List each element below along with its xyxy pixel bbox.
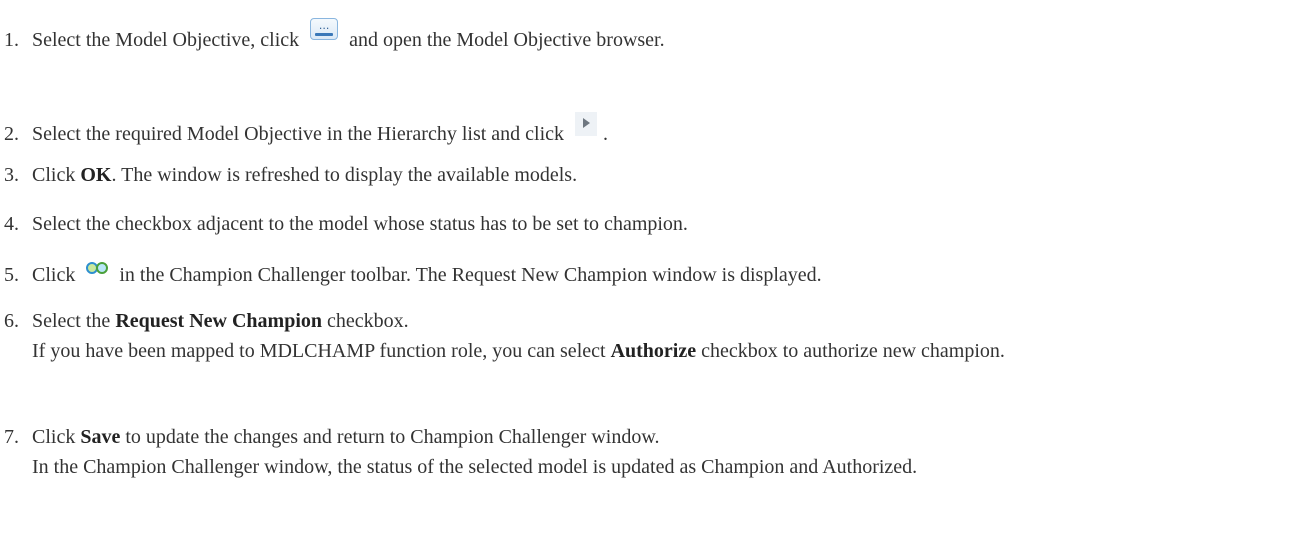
step-text: to update the changes and return to Cham… bbox=[125, 426, 660, 448]
step-continuation: If you have been mapped to MDLCHAMP func… bbox=[4, 336, 1284, 366]
step-text: . bbox=[603, 123, 609, 145]
step-text: Select the checkbox adjacent to the mode… bbox=[32, 213, 688, 235]
step-number: 5. bbox=[4, 264, 19, 286]
step-5: 5. Click in the Champion Challenger toolb… bbox=[4, 260, 1284, 290]
step-number: 1. bbox=[4, 29, 19, 51]
step-number: 6. bbox=[4, 310, 19, 332]
step-1: 1. Select the Model Objective, click ... … bbox=[4, 18, 1284, 55]
step-text: checkbox. bbox=[327, 310, 409, 332]
step-text: . The window is refreshed to display the… bbox=[111, 164, 578, 186]
step-7: 7. Click Save to update the changes and r… bbox=[4, 422, 1284, 482]
step-text: checkbox to authorize new champion. bbox=[701, 340, 1005, 362]
bold-term: OK bbox=[80, 164, 112, 186]
step-2: 2. Select the required Model Objective in… bbox=[4, 112, 1284, 149]
bold-term: Authorize bbox=[610, 340, 697, 362]
step-6: 6. Select the Request New Champion checkb… bbox=[4, 306, 1284, 366]
step-text: Select the bbox=[32, 310, 111, 332]
step-number: 4. bbox=[4, 213, 19, 235]
step-4: 4. Select the checkbox adjacent to the mo… bbox=[4, 209, 1284, 239]
step-text: Select the required Model Objective in t… bbox=[32, 123, 565, 145]
request-champion-icon bbox=[86, 261, 109, 275]
step-number: 3. bbox=[4, 164, 19, 186]
step-text: If you have been mapped to MDLCHAMP func… bbox=[32, 340, 606, 362]
move-right-arrow-icon bbox=[575, 112, 598, 136]
step-3: 3. Click OK. The window is refreshed to d… bbox=[4, 160, 1284, 190]
step-text: in the Champion Challenger toolbar. The … bbox=[119, 264, 822, 286]
step-text: and open the Model Objective browser. bbox=[349, 29, 665, 51]
step-text: Click bbox=[32, 264, 76, 286]
step-number: 7. bbox=[4, 426, 19, 448]
step-text: Click bbox=[32, 426, 76, 448]
step-text: Click bbox=[32, 164, 76, 186]
bold-term: Request New Champion bbox=[115, 310, 322, 332]
step-number: 2. bbox=[4, 123, 19, 145]
step-text: Select the Model Objective, click bbox=[32, 29, 300, 51]
browse-ellipsis-icon: ... bbox=[310, 18, 339, 40]
step-continuation: In the Champion Challenger window, the s… bbox=[32, 456, 918, 478]
bold-term: Save bbox=[80, 426, 121, 448]
